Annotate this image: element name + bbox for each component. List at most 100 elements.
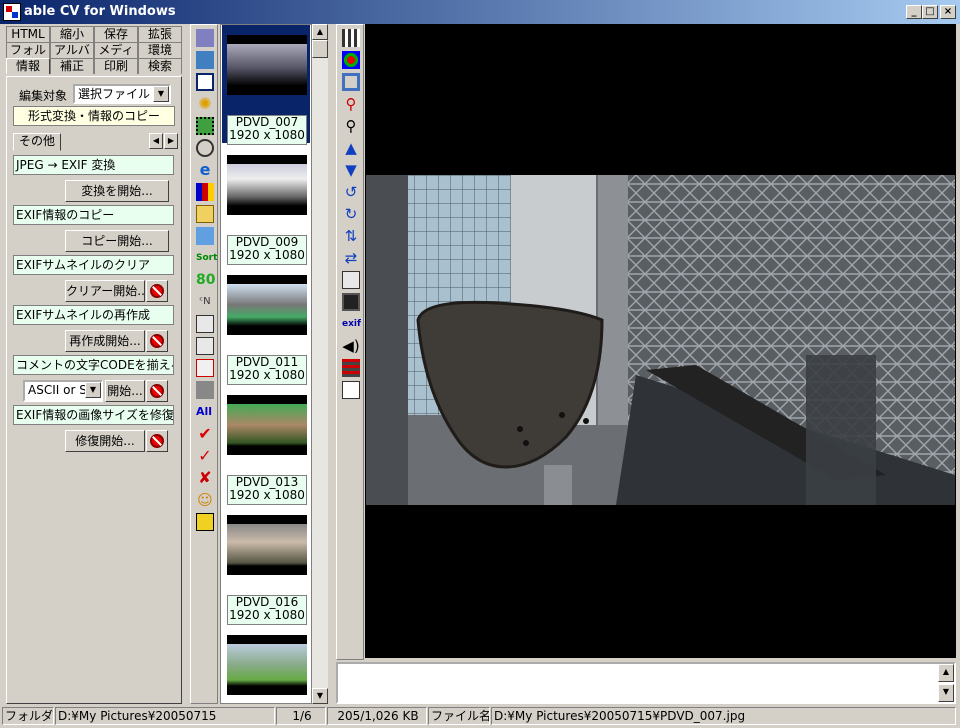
title-bar: able CV for Windows _ □ × xyxy=(0,0,960,24)
zoom-red-icon[interactable]: ⚲ xyxy=(342,95,360,113)
tab-scroll-right-icon[interactable]: ▶ xyxy=(164,133,178,149)
grid-icon[interactable] xyxy=(342,29,360,47)
stop-icon[interactable] xyxy=(146,380,168,402)
chevron-down-icon: ▼ xyxy=(153,86,169,102)
comment-textarea[interactable]: ▲ ▼ xyxy=(336,662,956,704)
down-arrow-icon[interactable]: ▼ xyxy=(342,161,360,179)
tab-album[interactable]: アルバム xyxy=(50,42,94,71)
copy-start-button[interactable]: コピー開始... xyxy=(65,230,169,252)
exit-icon[interactable] xyxy=(196,513,214,531)
rotate-left-icon[interactable]: ↺ xyxy=(342,183,360,201)
check-icon[interactable]: ✔ xyxy=(196,425,214,443)
palette-icon[interactable] xyxy=(342,51,360,69)
page-position: 1/6 xyxy=(276,707,326,725)
trash-icon[interactable] xyxy=(196,381,214,399)
up-arrow-icon[interactable]: ▲ xyxy=(342,139,360,157)
select-all-icon[interactable]: All xyxy=(196,403,214,421)
magnifier-icon[interactable]: ⚲ xyxy=(342,117,360,135)
scroll-thumb[interactable] xyxy=(312,40,328,58)
maximize-button[interactable]: □ xyxy=(922,5,938,19)
thumbnail-item[interactable]: PDVD_007 1920 x 1080 xyxy=(222,25,310,145)
scroll-up-icon[interactable]: ▲ xyxy=(938,664,954,682)
sound-icon[interactable]: ◀) xyxy=(342,337,360,355)
tab-resize[interactable]: 縮小 xyxy=(50,26,94,42)
folder-label: フォルダ xyxy=(2,707,54,725)
tab-media[interactable]: メディア xyxy=(94,42,138,71)
tab-environment[interactable]: 環境 xyxy=(138,42,182,58)
tab-search[interactable]: 検索 xyxy=(138,58,182,74)
edit-target-value: 選択ファイル xyxy=(78,87,151,101)
stop-icon[interactable] xyxy=(146,280,168,302)
app-icon[interactable] xyxy=(3,3,21,21)
fit-icon[interactable] xyxy=(342,73,360,91)
user-icon[interactable]: ☺ xyxy=(196,491,214,509)
code-start-button[interactable]: 開始... xyxy=(105,380,145,402)
folder-path: D:¥My Pictures¥20050715 xyxy=(55,707,275,725)
repair-start-button[interactable]: 修復開始... xyxy=(65,430,145,452)
thumbnail-scrollbar[interactable]: ▲ ▼ xyxy=(312,24,328,704)
filename-label: ファイル名 xyxy=(428,707,490,725)
tab-html[interactable]: HTML xyxy=(6,26,50,42)
scroll-down-icon[interactable]: ▼ xyxy=(312,688,328,704)
tab-extend[interactable]: 拡張 xyxy=(138,26,182,42)
kyoto-station-photo xyxy=(366,175,955,505)
minimize-button[interactable]: _ xyxy=(906,5,922,19)
number-80-icon[interactable]: 80 xyxy=(196,271,215,289)
rename-icon[interactable]: ᶜN xyxy=(196,293,214,311)
stop-icon[interactable] xyxy=(146,330,168,352)
thumbnail-item[interactable]: PDVD_016 1920 x 1080 xyxy=(222,505,310,625)
tab-info[interactable]: 情報 xyxy=(6,58,50,74)
stop-icon[interactable] xyxy=(146,430,168,452)
thumbnail-item[interactable] xyxy=(222,625,310,703)
filmstrip-icon[interactable] xyxy=(196,117,214,135)
exif-icon[interactable]: exif xyxy=(342,315,361,333)
flip-horizontal-icon[interactable]: ⇄ xyxy=(342,249,360,267)
tab-save[interactable]: 保存 xyxy=(94,26,138,42)
image-viewer[interactable] xyxy=(365,24,956,658)
tools-icon[interactable] xyxy=(196,51,214,69)
browser-icon[interactable]: e xyxy=(196,161,214,179)
scroll-down-icon[interactable]: ▼ xyxy=(938,684,954,702)
open-folder-icon[interactable] xyxy=(196,205,214,223)
folder-tree-icon[interactable] xyxy=(196,29,214,47)
tab-correct[interactable]: 補正 xyxy=(50,58,94,74)
thumbnail-caption: PDVD_007 1920 x 1080 xyxy=(227,115,307,145)
chart-icon[interactable] xyxy=(196,183,214,201)
close-button[interactable]: × xyxy=(940,5,956,19)
film-icon[interactable] xyxy=(342,359,360,377)
thumbnail-rebuild-label: EXIFサムネイルの再作成 xyxy=(13,305,174,325)
delete-icon[interactable] xyxy=(196,359,214,377)
tab-scroll-left-icon[interactable]: ◀ xyxy=(149,133,163,149)
code-select[interactable]: ASCII or SJ ▼ xyxy=(23,380,103,402)
clear-start-button[interactable]: クリアー開始... xyxy=(65,280,149,302)
window-icon[interactable] xyxy=(196,73,214,91)
rotate-right-icon[interactable]: ↻ xyxy=(342,205,360,223)
tab-folder[interactable]: フォルダ xyxy=(6,42,50,71)
print-icon[interactable] xyxy=(342,271,360,289)
flip-vertical-icon[interactable]: ⇅ xyxy=(342,227,360,245)
convert-start-button[interactable]: 変換を開始... xyxy=(65,180,169,202)
save-icon[interactable] xyxy=(342,293,360,311)
edit-target-label: 編集対象 xyxy=(19,89,68,103)
move-icon[interactable] xyxy=(196,337,214,355)
copy-icon[interactable] xyxy=(196,315,214,333)
sparkle-icon[interactable]: ✺ xyxy=(196,95,214,113)
main-photo xyxy=(366,175,955,505)
sort-icon[interactable]: Sort xyxy=(196,249,217,267)
tab-other[interactable]: その他 xyxy=(13,133,61,151)
timer-icon[interactable] xyxy=(196,139,214,157)
thumbnail-item[interactable]: PDVD_013 1920 x 1080 xyxy=(222,385,310,505)
thumbnail-item[interactable]: PDVD_011 1920 x 1080 xyxy=(222,265,310,385)
document-icon[interactable] xyxy=(342,381,360,399)
sort-list-icon[interactable] xyxy=(196,227,214,245)
tab-print[interactable]: 印刷 xyxy=(94,58,138,74)
thumbnail-item[interactable]: PDVD_009 1920 x 1080 xyxy=(222,145,310,265)
edit-target-select[interactable]: 選択ファイル ▼ xyxy=(73,84,171,104)
rebuild-start-button[interactable]: 再作成開始... xyxy=(65,330,145,352)
thumbnail-clear-label: EXIFサムネイルのクリア xyxy=(13,255,174,275)
uncheck-icon[interactable]: ✘ xyxy=(196,469,214,487)
scroll-up-icon[interactable]: ▲ xyxy=(312,24,328,40)
thumbnail-caption: PDVD_016 1920 x 1080 xyxy=(227,595,307,625)
exif-copy-label: EXIF情報のコピー xyxy=(13,205,174,225)
checkmark-icon[interactable]: ✓ xyxy=(196,447,214,465)
